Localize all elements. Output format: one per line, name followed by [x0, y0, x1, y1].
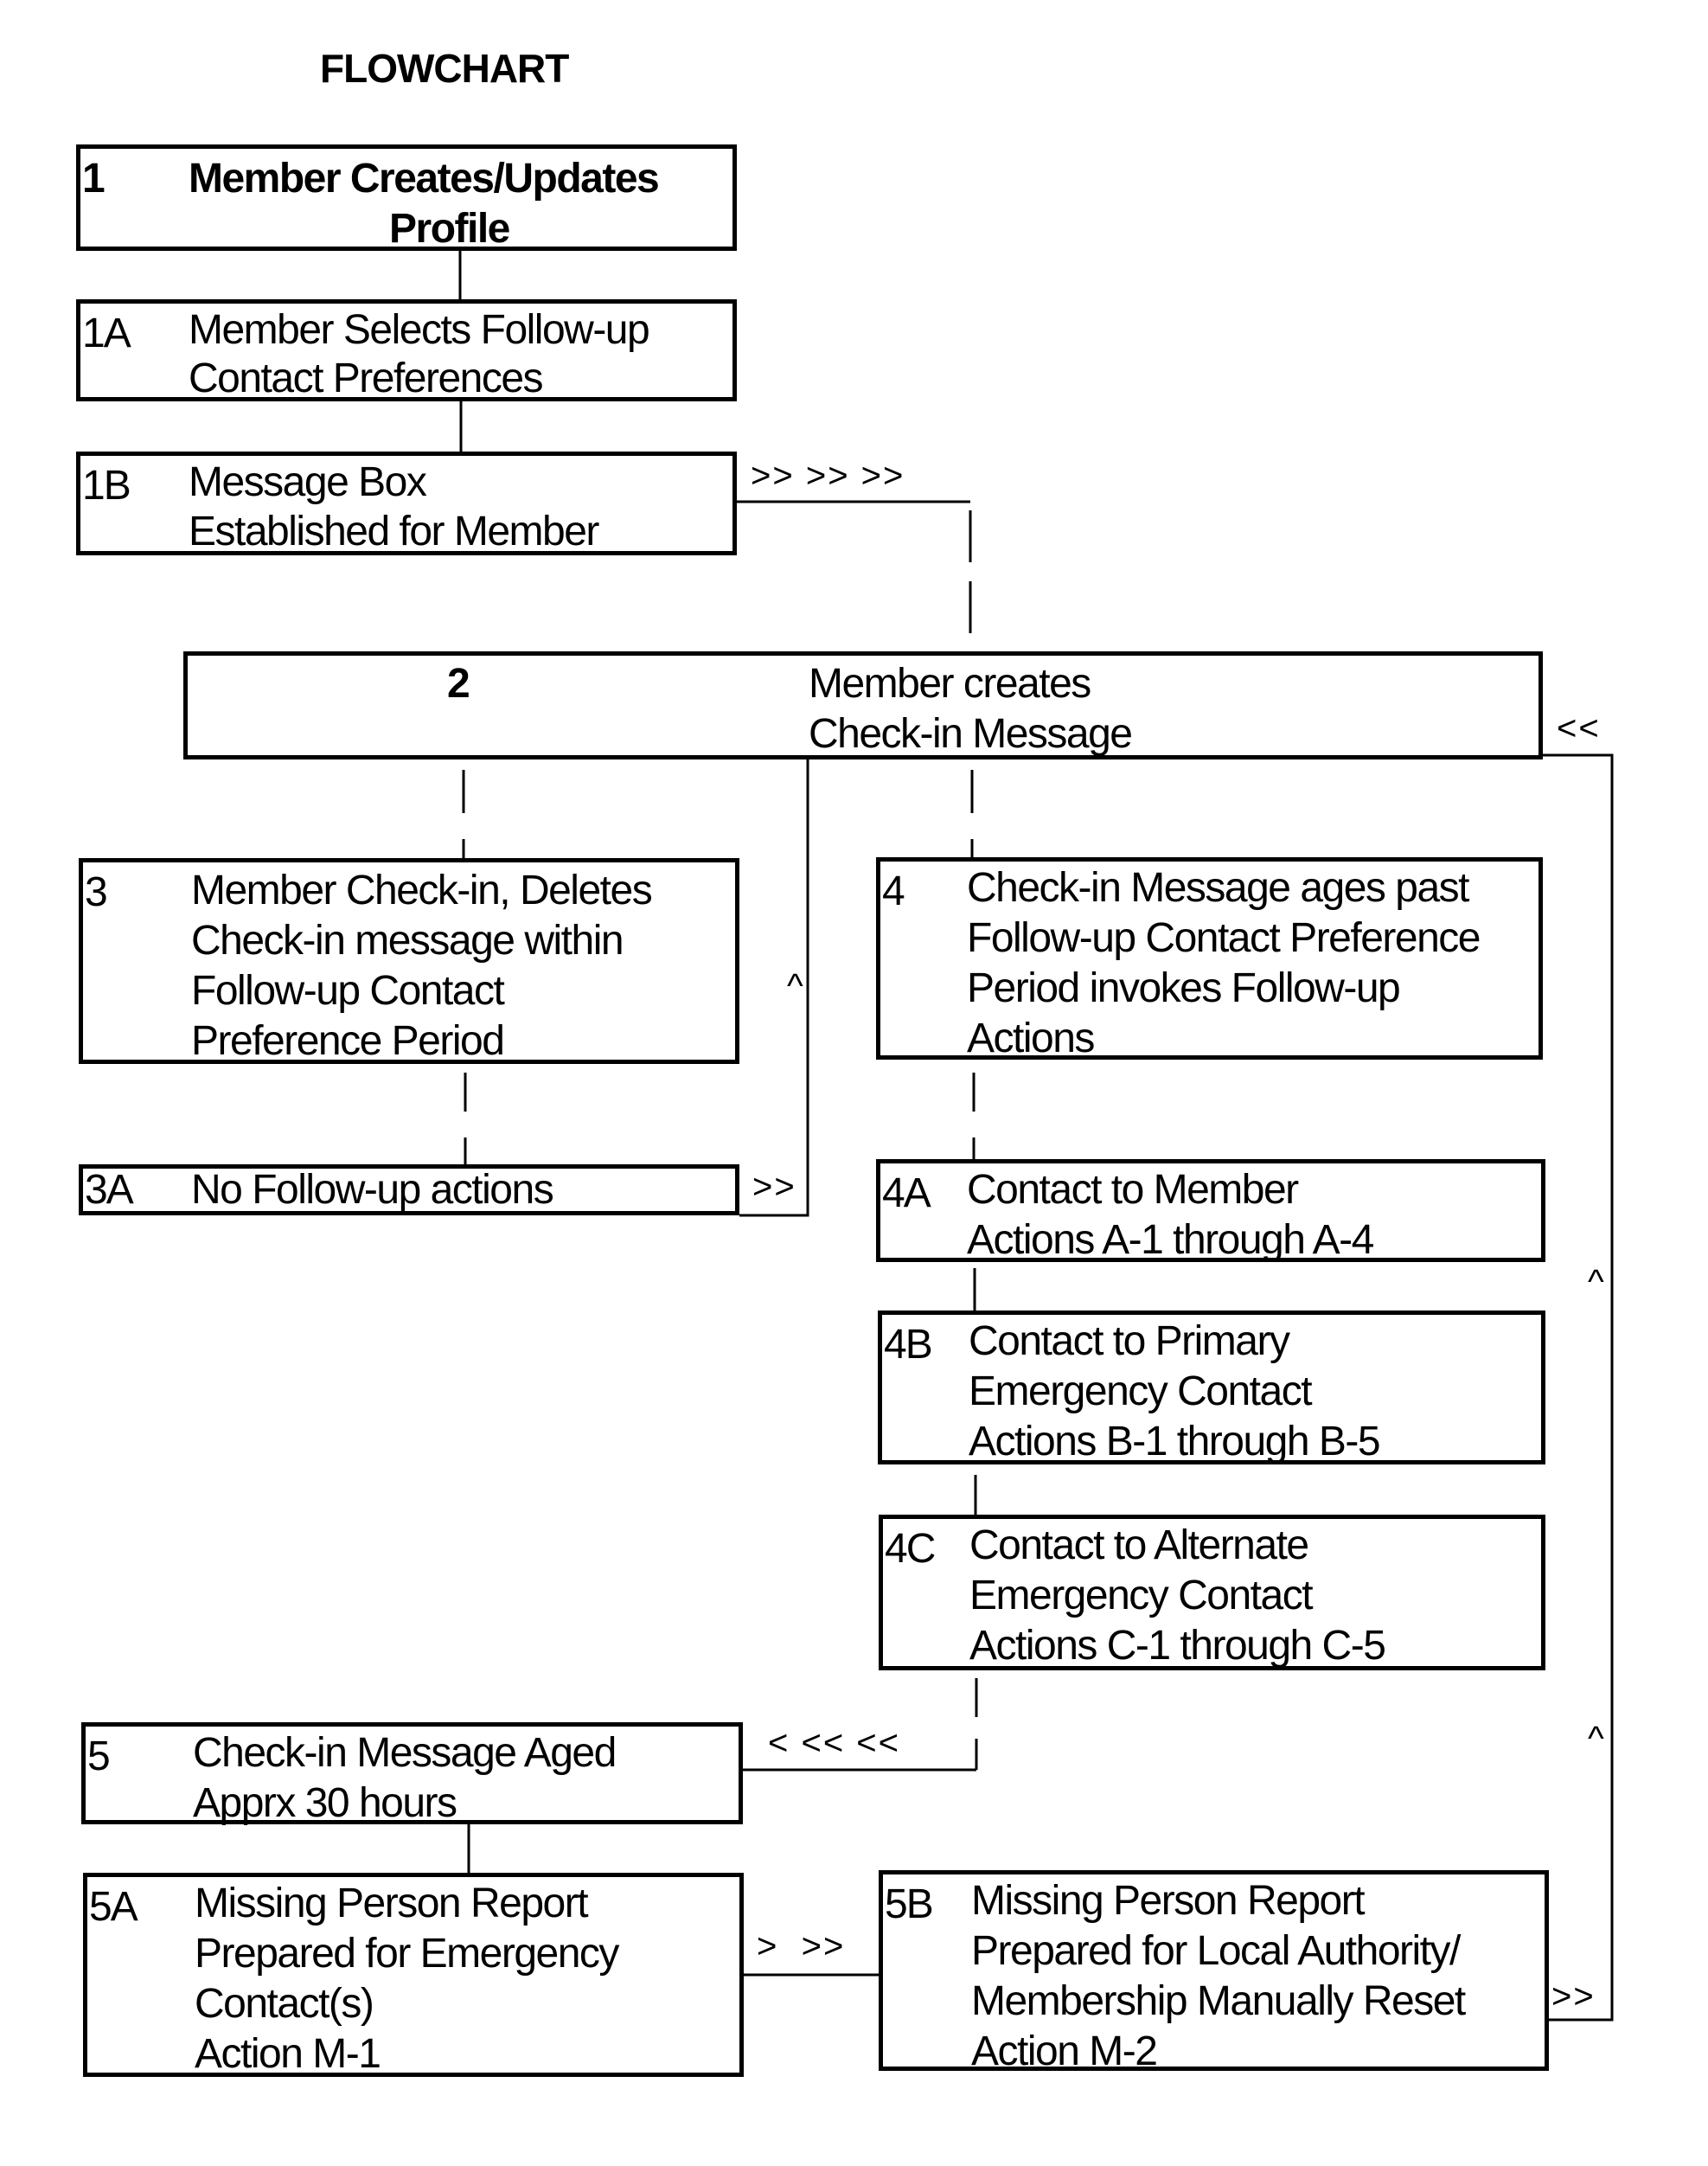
node-5: 5 Check-in Message Aged Apprx 30 hours: [81, 1722, 743, 1826]
node-label-line: Check-in Message: [809, 711, 1133, 757]
node-label-line: Missing Person Report: [971, 1878, 1366, 1924]
node-label-line: Check-in Message Aged: [193, 1730, 617, 1776]
node-id: 4B: [884, 1322, 933, 1368]
node-label-line: Follow-up Contact Preference: [967, 915, 1481, 961]
node-label-line: Contact Preferences: [189, 356, 544, 401]
arrow-mark-4c-out: < << <<: [768, 1724, 901, 1762]
node-5b: 5B Missing Person Report Prepared for Lo…: [879, 1870, 1549, 2074]
node-id: 4A: [882, 1170, 931, 1216]
edge-5b-2: [1543, 753, 1614, 2022]
node-3: 3 Member Check-in, Deletes Check-in mess…: [79, 858, 739, 1064]
node-1: 1 Member Creates/Updates Profile: [76, 144, 737, 252]
node-id: 5A: [89, 1884, 138, 1930]
node-label-line: Contact to Member: [967, 1167, 1299, 1213]
node-label-line: Member creates: [809, 661, 1091, 707]
node-label-line: Action M-2: [971, 2028, 1158, 2074]
node-label-line: Actions: [967, 1016, 1095, 1061]
arrow-mark-loop-up-1: ^: [1588, 1263, 1606, 1301]
node-id: 1A: [82, 311, 131, 356]
node-label-line: Member Creates/Updates: [189, 156, 660, 202]
node-label-line: Missing Person Report: [195, 1881, 589, 1926]
node-label-line: Contact(s): [195, 1981, 374, 2027]
node-id: 3A: [85, 1167, 134, 1213]
arrow-mark-2-in: <<: [1557, 709, 1601, 747]
arrow-mark-1b: >> >> >>: [751, 457, 905, 495]
node-label-line: Check-in message within: [191, 918, 624, 964]
arrow-mark-5a-out: > >>: [757, 1927, 846, 1965]
node-4a: 4A Contact to Member Actions A-1 through…: [876, 1159, 1545, 1263]
node-label-line: Apprx 30 hours: [193, 1780, 457, 1826]
node-label-line: Period invokes Follow-up: [967, 965, 1401, 1011]
node-3a: 3A No Follow-up actions: [79, 1164, 739, 1215]
node-id: 3: [85, 869, 108, 915]
arrow-mark-3a-up: ^: [787, 967, 805, 1005]
node-label-line: Check-in Message ages past: [967, 865, 1469, 911]
node-id: 1B: [82, 463, 131, 509]
arrow-mark-3a-out: >>: [752, 1168, 796, 1206]
node-id: 4C: [885, 1526, 936, 1572]
node-label-line: Member Check-in, Deletes: [191, 868, 653, 913]
node-label-line: Emergency Contact: [969, 1573, 1314, 1618]
node-label-line: Profile: [389, 206, 510, 252]
node-label-line: Message Box: [189, 459, 427, 505]
node-label-line: Actions A-1 through A-4: [967, 1217, 1374, 1263]
node-label-line: Contact to Primary: [969, 1318, 1290, 1364]
node-label-line: Member Selects Follow-up: [189, 307, 650, 353]
node-label-line: Contact to Alternate: [969, 1522, 1309, 1568]
node-2: 2 Member creates Check-in Message: [183, 651, 1543, 759]
node-4: 4 Check-in Message ages past Follow-up C…: [876, 857, 1543, 1061]
arrow-mark-loop-up-2: ^: [1588, 1720, 1606, 1758]
node-4b: 4B Contact to Primary Emergency Contact …: [878, 1310, 1545, 1464]
node-label-line: Action M-1: [195, 2031, 381, 2077]
node-label-line: Established for Member: [189, 509, 599, 554]
node-id: 4: [882, 868, 905, 914]
node-label-line: Prepared for Local Authority/: [971, 1928, 1461, 1974]
node-label-line: Actions B-1 through B-5: [969, 1419, 1381, 1464]
node-label-line: Membership Manually Reset: [971, 1978, 1466, 2024]
node-label-line: Emergency Contact: [969, 1368, 1313, 1414]
node-label-line: No Follow-up actions: [191, 1167, 554, 1213]
node-1b: 1B Message Box Established for Member: [76, 452, 737, 555]
node-label-line: Preference Period: [191, 1018, 505, 1064]
node-label-line: Actions C-1 through C-5: [969, 1623, 1386, 1669]
node-id: 5: [87, 1733, 111, 1779]
arrow-mark-5b-out: >>: [1551, 1977, 1596, 2015]
node-5a: 5A Missing Person Report Prepared for Em…: [83, 1873, 744, 2077]
node-4c: 4C Contact to Alternate Emergency Contac…: [879, 1515, 1545, 1670]
node-1a: 1A Member Selects Follow-up Contact Pref…: [76, 299, 737, 401]
node-id: 1: [82, 156, 106, 202]
node-id: 2: [447, 661, 470, 707]
node-id: 5B: [885, 1881, 934, 1927]
node-label-line: Prepared for Emergency: [195, 1931, 619, 1977]
node-label-line: Follow-up Contact: [191, 968, 505, 1014]
